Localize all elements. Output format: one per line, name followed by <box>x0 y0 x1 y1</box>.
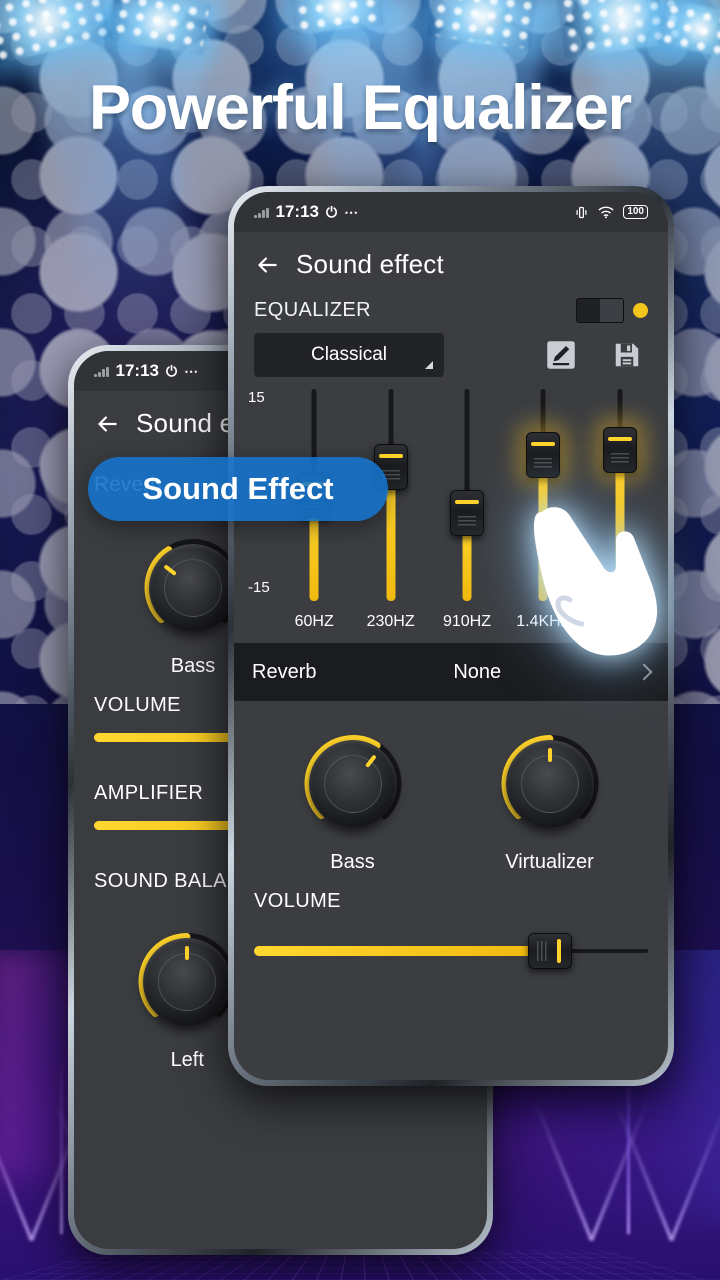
chevron-down-icon <box>425 361 433 369</box>
signal-bars-icon <box>254 207 269 218</box>
knob-label: Bass <box>330 851 375 873</box>
preset-dropdown[interactable]: Classical <box>254 333 444 377</box>
eq-slider-thumb[interactable] <box>526 432 561 479</box>
thumb-marker <box>531 442 556 447</box>
reverb-value: None <box>453 660 502 683</box>
eq-band-label: 230HZ <box>366 613 415 630</box>
preset-value: Classical <box>310 344 388 365</box>
preset-row: Classical <box>234 327 668 379</box>
virtualizer-knob-cell[interactable]: Virtualizer <box>489 723 611 874</box>
page-title-back: Sound e <box>136 408 235 438</box>
knob-label: Bass <box>170 655 216 677</box>
volume-fill <box>254 946 550 956</box>
eq-slider-track[interactable] <box>591 389 649 601</box>
virtualizer-knob[interactable] <box>489 723 611 845</box>
status-time: 17:13 <box>115 361 159 380</box>
eq-band-label: 60HZ <box>294 613 334 630</box>
bass-knob-cell[interactable]: Bass <box>292 723 414 874</box>
knob-pointer <box>185 942 190 982</box>
reverb-label: Reverb <box>252 660 317 683</box>
usb-icon: ⏻ <box>325 204 338 220</box>
eq-slider-track[interactable] <box>514 389 572 601</box>
eq-band-label: 1.4KHZ <box>516 613 571 630</box>
eq-slider-thumb[interactable] <box>602 427 637 474</box>
volume-thumb[interactable] <box>527 933 572 969</box>
status-time: 17:13 <box>275 202 319 221</box>
thumb-ridges <box>534 458 553 470</box>
thumb-marker <box>607 437 632 442</box>
equalizer-section-label: EQUALIZER <box>254 299 371 321</box>
thumb-marker <box>378 453 403 458</box>
equalizer-toggle-indicator <box>633 303 648 318</box>
eq-scale-top: 15 <box>248 389 265 406</box>
vibrate-icon <box>576 206 587 218</box>
status-bar: 17:13 ⏻ ⋯ 100 <box>234 192 668 232</box>
app-bar: Sound effect <box>234 232 668 288</box>
eq-band-label: 3.6KHZ <box>592 613 647 630</box>
thumb-marker <box>454 500 479 505</box>
eq-slider-thumb[interactable] <box>449 490 484 537</box>
thumb-ridges <box>536 941 548 961</box>
sound-effect-badge: Sound Effect <box>88 457 388 521</box>
battery-indicator: 100 <box>623 205 648 219</box>
effect-knobs: Bass Virtualizer <box>234 701 668 874</box>
eq-scale-bottom: -15 <box>248 579 270 596</box>
eq-slider-track[interactable] <box>438 389 496 601</box>
bass-knob[interactable] <box>292 723 414 845</box>
eq-slider-3.6khz[interactable]: 3.6KHZ <box>591 389 649 631</box>
page-title: Powerful Equalizer <box>88 73 632 143</box>
equalizer-header-row: EQUALIZER <box>234 288 668 327</box>
knob-inner <box>164 559 222 617</box>
phone-screen-front: 17:13 ⏻ ⋯ 100 Sound effect EQUALIZER Cla… <box>234 192 668 1080</box>
more-dots-icon: ⋯ <box>184 363 199 379</box>
more-dots-icon: ⋯ <box>344 204 359 220</box>
equalizer-toggle[interactable] <box>576 298 624 323</box>
eq-track-upper <box>464 389 470 507</box>
thumb-ridges <box>457 516 476 528</box>
eq-slider-1.4khz[interactable]: 1.4KHZ <box>514 389 572 631</box>
eq-band-label: 910HZ <box>442 613 491 630</box>
thumb-ridges <box>610 453 629 465</box>
reverb-row[interactable]: Reverb None <box>234 643 668 701</box>
knob-label: Left <box>170 1049 204 1071</box>
thumb-marker <box>556 939 561 963</box>
page-title-front: Sound effect <box>296 249 444 279</box>
back-arrow-icon[interactable] <box>254 252 280 278</box>
save-floppy-icon[interactable] <box>612 340 642 370</box>
chevron-right-icon <box>635 663 653 681</box>
volume-label: VOLUME <box>254 890 341 912</box>
knob-pointer <box>547 744 552 784</box>
volume-section-front: VOLUME <box>234 874 668 971</box>
eq-slider-910hz[interactable]: 910HZ <box>438 389 496 631</box>
volume-slider[interactable] <box>254 931 648 971</box>
wifi-icon <box>598 206 614 219</box>
phone-mockup-front: 17:13 ⏻ ⋯ 100 Sound effect EQUALIZER Cla… <box>228 186 674 1086</box>
back-arrow-icon[interactable] <box>94 411 120 437</box>
signal-bars-icon <box>94 366 109 377</box>
usb-icon: ⏻ <box>165 363 178 379</box>
knob-label: Virtualizer <box>505 851 594 873</box>
edit-pencil-icon[interactable] <box>546 340 576 370</box>
